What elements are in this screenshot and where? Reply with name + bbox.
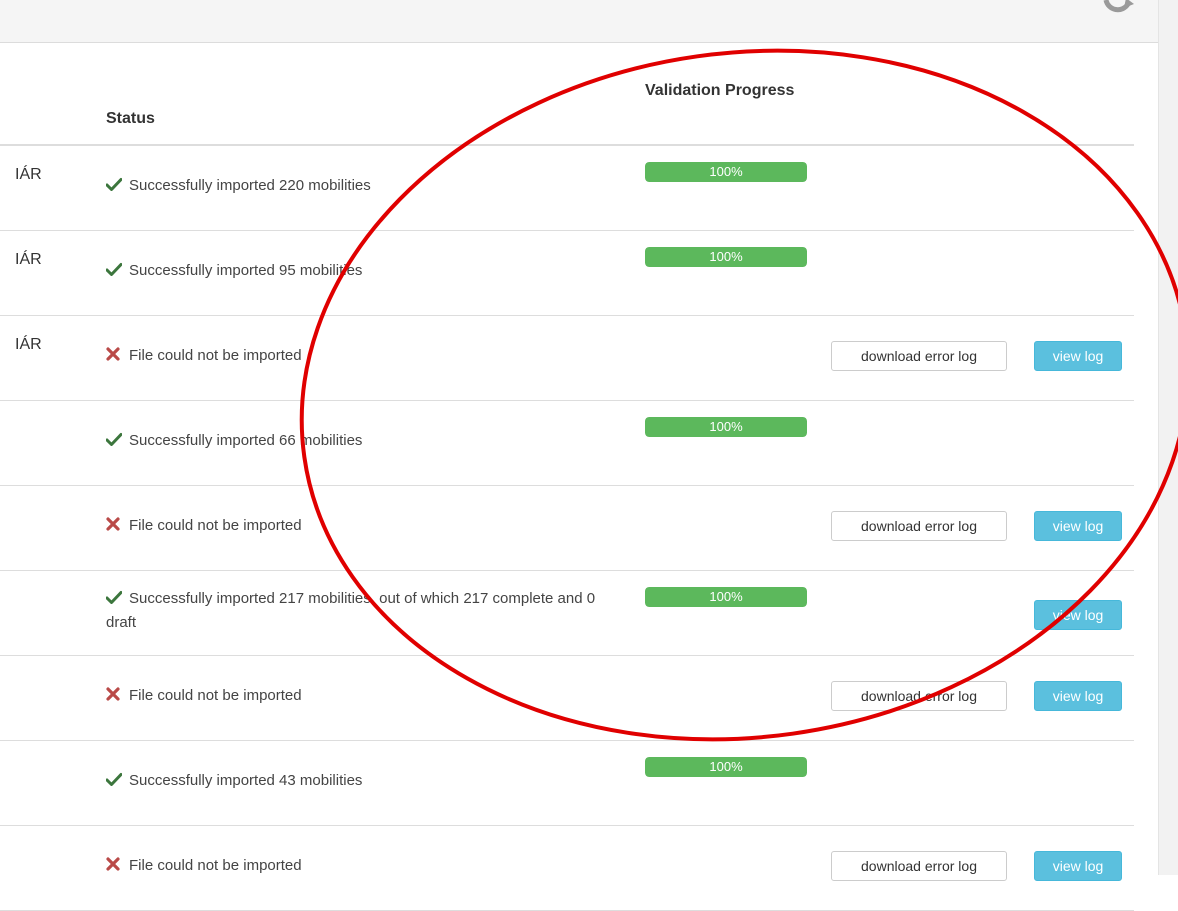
table-header: Status Validation Progress	[0, 42, 1134, 146]
row-status: Successfully imported 220 mobilities	[105, 174, 606, 198]
check-icon	[105, 260, 123, 276]
status-text: File could not be imported	[129, 347, 302, 364]
download-error-log-button[interactable]: download error log	[831, 341, 1007, 371]
table-row: File could not be imported download error…	[0, 826, 1134, 911]
download-error-log-button[interactable]: download error log	[831, 511, 1007, 541]
check-icon	[105, 175, 123, 191]
top-toolbar	[0, 0, 1158, 43]
row-name: IÁR	[15, 336, 42, 353]
row-status: File could not be imported	[106, 344, 606, 368]
vertical-scrollbar[interactable]	[1158, 0, 1178, 875]
cross-icon	[106, 685, 122, 701]
status-text: Successfully imported 43 mobilities	[129, 772, 363, 789]
status-text: Successfully imported 95 mobilities	[129, 262, 363, 279]
check-icon	[105, 430, 123, 446]
table-body: IÁR Successfully imported 220 mobilities 1…	[0, 146, 1134, 911]
validation-progress-bar: 100%	[645, 587, 807, 607]
check-icon	[105, 588, 123, 604]
table-row: Successfully imported 217 mobilities, ou…	[0, 571, 1134, 656]
row-status: Successfully imported 95 mobilities	[105, 259, 606, 283]
status-text: File could not be imported	[129, 517, 302, 534]
validation-progress-bar: 100%	[645, 162, 807, 182]
view-log-button[interactable]: view log	[1034, 600, 1122, 630]
validation-progress-bar: 100%	[645, 417, 807, 437]
row-status: File could not be imported	[106, 514, 606, 538]
status-column-header: Status	[106, 110, 155, 127]
cross-icon	[106, 855, 122, 871]
status-text: Successfully imported 220 mobilities	[129, 177, 371, 194]
view-log-button[interactable]: view log	[1034, 681, 1122, 711]
status-text: File could not be imported	[129, 857, 302, 874]
cross-icon	[106, 345, 122, 361]
view-log-button[interactable]: view log	[1034, 511, 1122, 541]
validation-progress-bar: 100%	[645, 247, 807, 267]
table-row: File could not be imported download error…	[0, 486, 1134, 571]
table-row: IÁR File could not be imported download er…	[0, 316, 1134, 401]
table-row: IÁR Successfully imported 220 mobilities 1…	[0, 146, 1134, 231]
validation-progress-fill: 100%	[645, 247, 807, 267]
status-text: Successfully imported 66 mobilities	[129, 432, 363, 449]
validation-progress-fill: 100%	[645, 587, 807, 607]
refresh-icon[interactable]	[1098, 0, 1138, 20]
row-name: IÁR	[15, 251, 42, 268]
row-status: Successfully imported 217 mobilities, ou…	[105, 587, 606, 635]
download-error-log-button[interactable]: download error log	[831, 681, 1007, 711]
cross-icon	[106, 515, 122, 531]
view-log-button[interactable]: view log	[1034, 341, 1122, 371]
import-table: Status Validation Progress IÁR Successful…	[0, 42, 1134, 911]
status-text: File could not be imported	[129, 687, 302, 704]
table-row: Successfully imported 66 mobilities 100%	[0, 401, 1134, 486]
status-text: Successfully imported 217 mobilities, ou…	[106, 590, 596, 631]
validation-progress-fill: 100%	[645, 757, 807, 777]
validation-progress-fill: 100%	[645, 162, 807, 182]
download-error-log-button[interactable]: download error log	[831, 851, 1007, 881]
row-status: Successfully imported 43 mobilities	[105, 769, 606, 793]
validation-progress-bar: 100%	[645, 757, 807, 777]
view-log-button[interactable]: view log	[1034, 851, 1122, 881]
validation-progress-column-header: Validation Progress	[645, 82, 795, 99]
table-row: File could not be imported download error…	[0, 656, 1134, 741]
check-icon	[105, 770, 123, 786]
table-row: IÁR Successfully imported 95 mobilities 10…	[0, 231, 1134, 316]
row-status: Successfully imported 66 mobilities	[105, 429, 606, 453]
table-row: Successfully imported 43 mobilities 100%	[0, 741, 1134, 826]
row-name: IÁR	[15, 166, 42, 183]
row-status: File could not be imported	[106, 854, 606, 878]
validation-progress-fill: 100%	[645, 417, 807, 437]
row-status: File could not be imported	[106, 684, 606, 708]
